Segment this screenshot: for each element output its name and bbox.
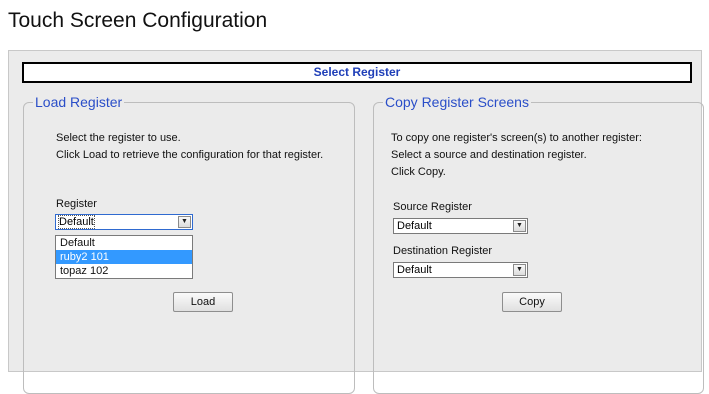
register-option-ruby2-101[interactable]: ruby2 101	[56, 250, 192, 264]
copy-button[interactable]: Copy	[502, 292, 562, 312]
copy-instruction-3: Click Copy.	[391, 166, 446, 178]
load-button[interactable]: Load	[173, 292, 233, 312]
register-select-value: Default	[58, 215, 95, 229]
source-register-select[interactable]: Default ▼	[393, 218, 528, 234]
chevron-down-icon[interactable]: ▼	[513, 220, 526, 232]
load-instruction-2: Click Load to retrieve the configuration…	[56, 149, 324, 161]
section-header: Select Register	[22, 62, 692, 83]
source-register-value: Default	[397, 220, 432, 232]
copy-instruction-1: To copy one register's screen(s) to anot…	[391, 132, 642, 144]
source-register-label: Source Register	[393, 201, 472, 213]
copy-register-legend: Copy Register Screens	[385, 94, 529, 110]
chevron-down-icon[interactable]: ▼	[513, 264, 526, 276]
register-option-default[interactable]: Default	[56, 236, 192, 250]
page-title: Touch Screen Configuration	[8, 9, 268, 32]
destination-register-label: Destination Register	[393, 245, 493, 257]
register-select[interactable]: Default ▼	[55, 214, 193, 230]
chevron-down-icon[interactable]: ▼	[178, 216, 191, 228]
load-instruction-1: Select the register to use.	[56, 132, 181, 144]
register-dropdown-list: Default ruby2 101 topaz 102	[55, 235, 193, 279]
load-register-legend: Load Register	[35, 94, 123, 110]
register-label: Register	[56, 198, 97, 210]
destination-register-value: Default	[397, 264, 432, 276]
register-option-topaz-102[interactable]: topaz 102	[56, 264, 192, 278]
copy-instruction-2: Select a source and destination register…	[391, 149, 587, 161]
destination-register-select[interactable]: Default ▼	[393, 262, 528, 278]
main-panel: Select Register Load Register Copy Regis…	[8, 50, 704, 394]
